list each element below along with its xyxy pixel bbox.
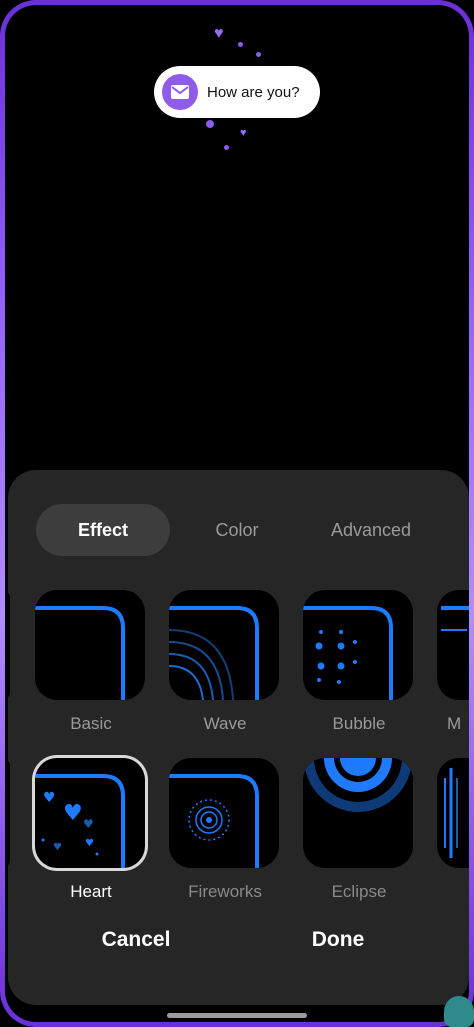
effect-label: Eclipse (331, 882, 387, 901)
tab-advanced[interactable]: Advanced (304, 504, 438, 556)
partial-preview-icon (437, 758, 469, 868)
effect-fireworks[interactable]: Fireworks (169, 758, 281, 902)
assistant-icon[interactable] (444, 996, 474, 1027)
mail-icon (162, 74, 198, 110)
particle-dot (224, 145, 229, 150)
action-bar: Cancel Done (8, 928, 469, 968)
basic-preview-icon (35, 590, 145, 700)
svg-text:♥: ♥ (85, 838, 94, 849)
bubble-preview-icon (303, 590, 413, 700)
done-button[interactable]: Done (258, 928, 418, 952)
svg-text:♥: ♥ (53, 842, 62, 853)
tab-color[interactable]: Color (170, 504, 304, 556)
notification-popup[interactable]: How are you? (154, 66, 320, 118)
heart-preview-icon: ♥ ♥ ♥ ♥ ♥ (35, 758, 145, 868)
effect-settings-sheet: Effect Color Advanced Basic Wave Bubble … (8, 470, 469, 1005)
partial-preview-icon (437, 590, 469, 700)
eclipse-preview-icon (303, 758, 413, 868)
svg-text:♥: ♥ (43, 790, 56, 806)
notification-text: How are you? (207, 83, 300, 101)
effect-thumb-partial (8, 758, 10, 868)
particle-dot (256, 52, 261, 57)
effect-basic[interactable]: Basic (35, 590, 147, 734)
particle-dot (238, 42, 243, 47)
effect-eclipse[interactable]: Eclipse (303, 758, 415, 902)
effect-label: M (447, 714, 462, 733)
heart-particle-icon: ♥ (240, 127, 247, 139)
effect-label: Basic (70, 714, 112, 733)
effect-partial-m[interactable]: M (437, 590, 469, 734)
tab-bar: Effect Color Advanced (36, 504, 441, 556)
particle-dot (206, 120, 214, 128)
heart-particle-icon: ♥ (214, 25, 224, 42)
effect-wave[interactable]: Wave (169, 590, 281, 734)
fireworks-preview-icon (169, 758, 279, 868)
effect-label: Fireworks (188, 882, 262, 901)
cancel-button[interactable]: Cancel (56, 928, 216, 952)
effect-label: Heart (70, 882, 112, 901)
effect-thumb-partial (8, 590, 10, 700)
effect-heart[interactable]: ♥ ♥ ♥ ♥ ♥ Heart (35, 758, 147, 902)
svg-text:♥: ♥ (63, 801, 83, 826)
effect-label: Bubble (332, 714, 386, 733)
wave-preview-icon (169, 590, 279, 700)
home-indicator[interactable] (167, 1013, 307, 1018)
svg-text:♥: ♥ (83, 817, 94, 831)
tab-effect[interactable]: Effect (36, 504, 170, 556)
effect-label: Wave (203, 714, 247, 733)
effect-partial[interactable] (437, 758, 469, 868)
effect-bubble[interactable]: Bubble (303, 590, 415, 734)
